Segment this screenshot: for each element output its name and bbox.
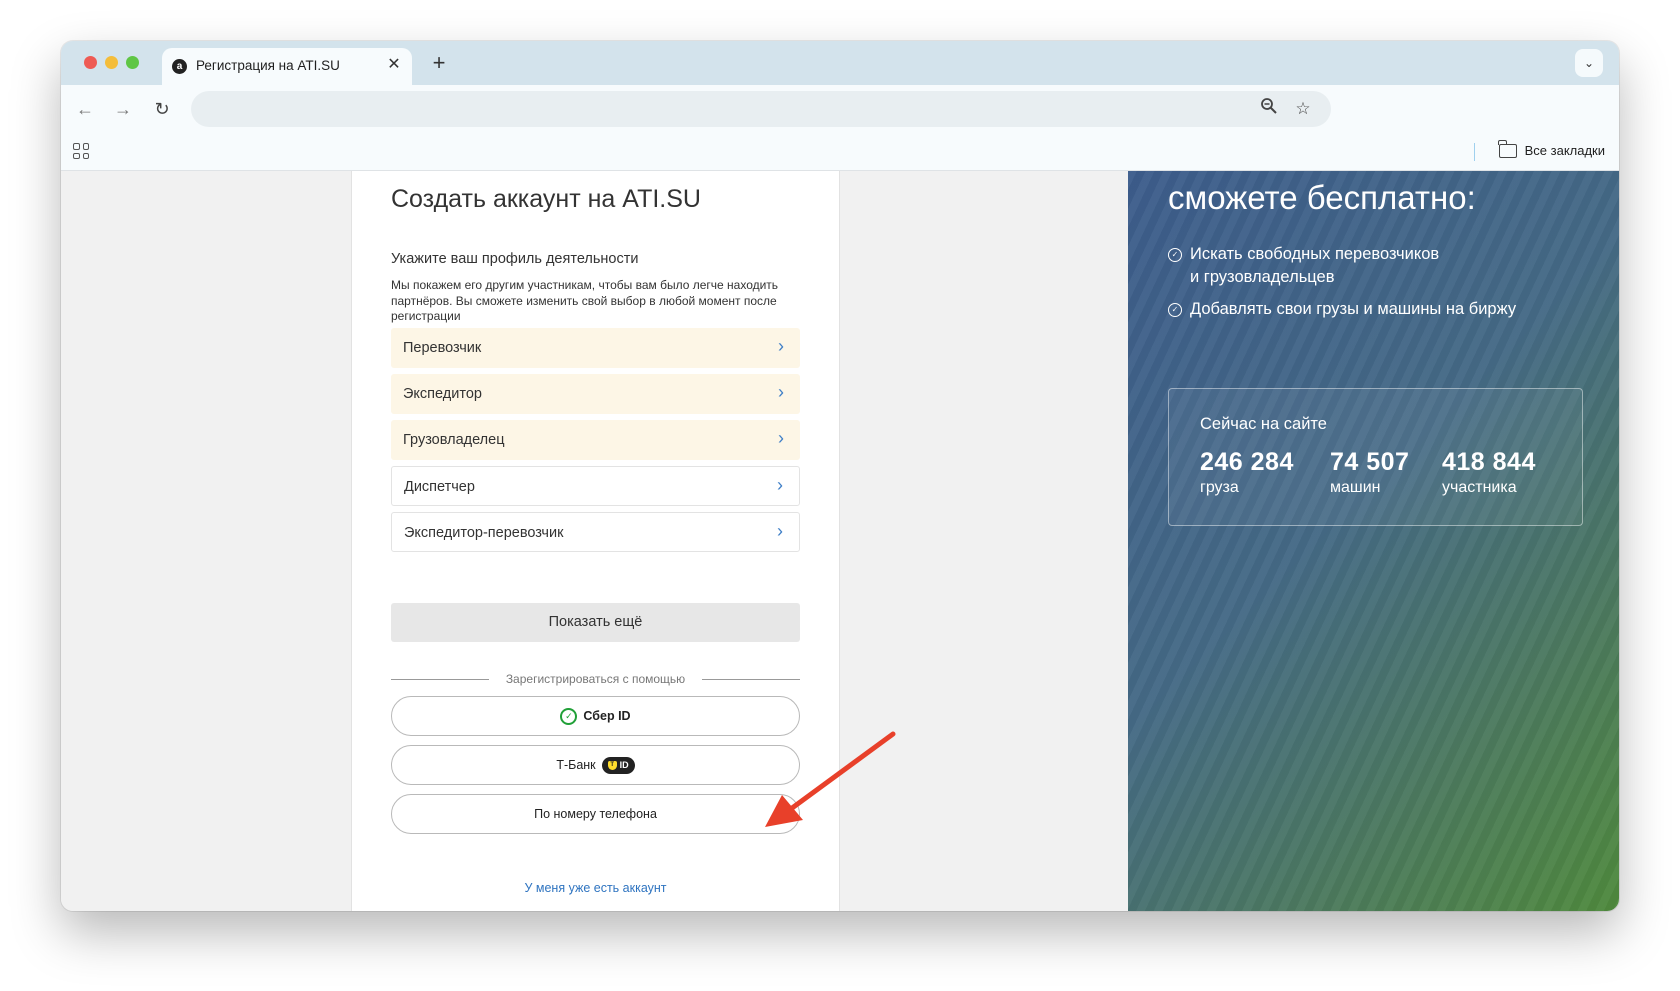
role-option-forwarder-carrier[interactable]: Экспедитор-перевозчик › bbox=[391, 512, 800, 552]
benefit-item: ✓ Добавлять свои грузы и машины на биржу bbox=[1168, 298, 1516, 321]
register-with-divider: Зарегистрироваться с помощью bbox=[391, 671, 800, 687]
stat-cargo: 246 284 груза bbox=[1200, 448, 1294, 497]
folder-icon bbox=[1498, 140, 1517, 158]
all-bookmarks-button[interactable]: Все закладки bbox=[1498, 140, 1605, 161]
close-window-button[interactable] bbox=[84, 56, 97, 69]
tab-title: Регистрация на ATI.SU bbox=[196, 58, 340, 73]
chevron-right-icon: › bbox=[777, 521, 783, 541]
browser-toolbar: ← → ↻ ☆ bbox=[61, 85, 1619, 132]
tbank-button[interactable]: Т-Банк T ID bbox=[391, 745, 800, 785]
divider-text: Зарегистрироваться с помощью bbox=[505, 672, 686, 686]
back-icon[interactable]: ← bbox=[73, 97, 97, 121]
tbank-badge-text: ID bbox=[619, 759, 629, 770]
role-label: Грузовладелец bbox=[403, 432, 505, 448]
registration-form: Создать аккаунт на ATI.SU Укажите ваш пр… bbox=[351, 171, 840, 911]
role-label: Перевозчик bbox=[403, 340, 482, 356]
new-tab-button[interactable]: + bbox=[426, 50, 452, 76]
tab-search-button[interactable]: ⌄ bbox=[1575, 49, 1603, 77]
star-icon[interactable]: ☆ bbox=[1291, 97, 1315, 121]
bookmarks-bar: Все закладки bbox=[61, 132, 1619, 171]
role-label: Диспетчер bbox=[404, 479, 475, 495]
close-tab-icon[interactable]: ✕ bbox=[384, 55, 404, 75]
chevron-right-icon: › bbox=[778, 428, 784, 448]
role-option-cargo-owner[interactable]: Грузовладелец › bbox=[391, 420, 800, 460]
role-label: Экспедитор bbox=[403, 386, 482, 402]
chevron-right-icon: › bbox=[778, 382, 784, 402]
stat-value: 246 284 bbox=[1200, 448, 1294, 476]
reload-icon[interactable]: ↻ bbox=[150, 97, 174, 121]
page-title: Создать аккаунт на ATI.SU bbox=[391, 185, 701, 213]
promo-panel: сможете бесплатно: ✓ Искать свободных пе… bbox=[1128, 171, 1619, 911]
stat-value: 418 844 bbox=[1442, 448, 1536, 476]
tbank-label: Т-Банк bbox=[556, 758, 596, 772]
zoom-icon[interactable] bbox=[1257, 97, 1281, 121]
ati-logo-icon: a bbox=[172, 59, 187, 74]
all-bookmarks-label: Все закладки bbox=[1524, 143, 1605, 158]
tbank-id-badge: T ID bbox=[601, 756, 635, 774]
stats-title: Сейчас на сайте bbox=[1200, 415, 1327, 433]
stat-value: 74 507 bbox=[1330, 448, 1410, 476]
online-stats: Сейчас на сайте 246 284 груза 74 507 маш… bbox=[1168, 388, 1583, 526]
bookmarks-separator bbox=[1474, 143, 1475, 161]
existing-account-link[interactable]: У меня уже есть аккаунт bbox=[391, 881, 800, 895]
tbank-shield-icon: T bbox=[607, 760, 617, 770]
forward-icon[interactable]: → bbox=[111, 97, 135, 121]
maximize-window-button[interactable] bbox=[126, 56, 139, 69]
address-bar[interactable]: ☆ bbox=[191, 91, 1331, 127]
phone-label: По номеру телефона bbox=[534, 807, 657, 821]
stat-label: машин bbox=[1330, 479, 1381, 496]
sber-label: Сбер ID bbox=[583, 709, 631, 723]
profile-hint: Мы покажем его другим участникам, чтобы … bbox=[391, 278, 779, 323]
role-option-dispatcher[interactable]: Диспетчер › bbox=[391, 466, 800, 506]
minimize-window-button[interactable] bbox=[105, 56, 118, 69]
chevron-right-icon: › bbox=[778, 336, 784, 356]
chevron-right-icon: › bbox=[777, 475, 783, 495]
sber-id-button[interactable]: ✓ Сбер ID bbox=[391, 696, 800, 736]
role-label: Экспедитор-перевозчик bbox=[404, 525, 564, 541]
phone-register-button[interactable]: По номеру телефона bbox=[391, 794, 800, 834]
tab-strip: a Регистрация на ATI.SU ✕ + ⌄ bbox=[61, 41, 1619, 85]
stat-members: 418 844 участника bbox=[1442, 448, 1536, 497]
role-option-forwarder[interactable]: Экспедитор › bbox=[391, 374, 800, 414]
browser-window: a Регистрация на ATI.SU ✕ + ⌄ ← → ↻ ☆ Вс… bbox=[61, 41, 1619, 911]
show-more-button[interactable]: Показать ещё bbox=[391, 603, 800, 642]
apps-grid-icon[interactable] bbox=[73, 143, 89, 159]
browser-tab[interactable]: a Регистрация на ATI.SU ✕ bbox=[162, 48, 412, 85]
sber-check-icon: ✓ bbox=[560, 707, 578, 725]
stat-label: участника bbox=[1442, 479, 1517, 496]
benefit-item: ✓ Искать свободных перевозчиков и грузов… bbox=[1168, 243, 1450, 289]
profile-subtitle: Укажите ваш профиль деятельности bbox=[391, 251, 639, 267]
stat-label: груза bbox=[1200, 479, 1239, 496]
role-option-carrier[interactable]: Перевозчик › bbox=[391, 328, 800, 368]
check-circle-icon: ✓ bbox=[1168, 303, 1182, 317]
stat-trucks: 74 507 машин bbox=[1330, 448, 1409, 497]
check-circle-icon: ✓ bbox=[1168, 248, 1182, 262]
page-content: Создать аккаунт на ATI.SU Укажите ваш пр… bbox=[61, 171, 1619, 911]
promo-heading: сможете бесплатно: bbox=[1168, 179, 1476, 216]
benefit-text: Добавлять свои грузы и машины на биржу bbox=[1190, 300, 1517, 318]
benefit-text: Искать свободных перевозчиков и грузовла… bbox=[1190, 245, 1440, 286]
